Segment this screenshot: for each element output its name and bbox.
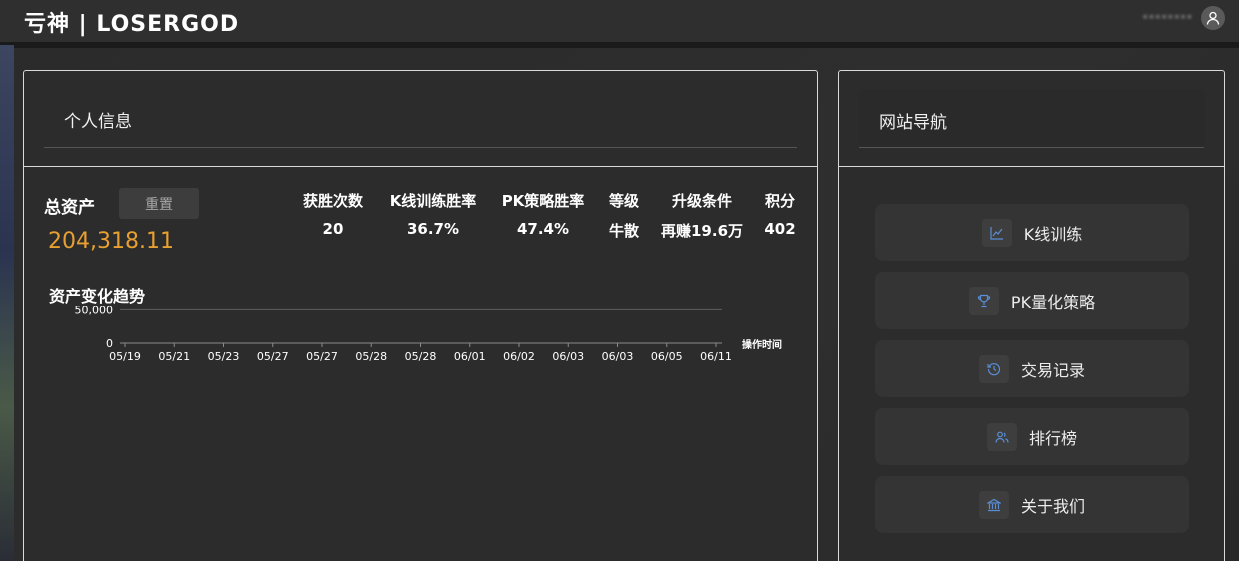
line-chart-icon: [981, 218, 1012, 247]
x-axis-label: 操作时间: [742, 338, 782, 351]
navigation-title: 网站导航: [879, 113, 947, 133]
user-area[interactable]: ••••••••: [1143, 6, 1225, 30]
stat-wins: 获胜次数 20: [303, 190, 363, 238]
x-tick-label: 06/01: [454, 350, 486, 363]
top-bar: 亏神 | LOSERGOD ••••••••: [0, 0, 1239, 45]
profile-card-header: 个人信息: [24, 71, 817, 167]
profile-title: 个人信息: [64, 112, 132, 132]
stat-label: 升级条件: [671, 192, 733, 210]
stat-value: 再赚19.6万: [660, 222, 744, 240]
x-tick-label: 06/02: [503, 350, 535, 363]
nav-kline-training-button[interactable]: K线训练: [875, 204, 1189, 261]
nav-item-label: K线训练: [1023, 224, 1083, 244]
stat-kline-winrate: K线训练胜率 36.7%: [390, 190, 477, 238]
stat-value: 牛散: [608, 222, 640, 240]
x-tick-label: 05/21: [158, 350, 190, 363]
reset-button[interactable]: 重置: [119, 188, 199, 219]
stat-value: 36.7%: [406, 220, 460, 238]
nav-pk-strategy-button[interactable]: PK量化策略: [875, 272, 1189, 329]
users-icon: [986, 422, 1017, 451]
navigation-card-header: 网站导航: [839, 71, 1224, 167]
x-tick-label: 05/28: [405, 350, 437, 363]
nav-about-button[interactable]: 关于我们: [875, 476, 1189, 533]
username[interactable]: ••••••••: [1143, 13, 1193, 23]
nav-leaderboard-button[interactable]: 排行榜: [875, 408, 1189, 465]
total-assets-value: 204,318.11: [48, 229, 174, 254]
nav-item-label: 排行榜: [1028, 428, 1077, 448]
stat-value: 20: [322, 220, 344, 238]
bank-icon: [978, 490, 1009, 519]
x-tick-label: 05/28: [355, 350, 387, 363]
stat-value: 47.4%: [516, 220, 570, 238]
x-tick-label: 06/03: [602, 350, 634, 363]
header-divider: [859, 147, 1204, 148]
total-assets-label: 总资产: [44, 198, 95, 218]
stat-label: 等级: [608, 192, 640, 210]
x-tick-label: 05/23: [208, 350, 240, 363]
trophy-icon: [968, 286, 999, 315]
nav-item-label: PK量化策略: [1010, 292, 1096, 312]
stat-points: 积分 402: [764, 190, 795, 238]
stat-value: 402: [764, 220, 796, 238]
stat-upgrade-condition: 升级条件 再赚19.6万: [661, 190, 743, 241]
stat-label: 积分: [764, 192, 795, 210]
header-divider: [44, 147, 797, 148]
nav-trade-history-button[interactable]: 交易记录: [875, 340, 1189, 397]
x-tick-label: 06/03: [552, 350, 584, 363]
brand-logo[interactable]: 亏神 | LOSERGOD: [24, 6, 239, 38]
asset-trend-chart: 050,000100,000150,000200,000250,000总资产操作…: [75, 306, 783, 363]
stat-label: K线训练胜率: [389, 192, 477, 210]
nav-item-label: 关于我们: [1020, 496, 1085, 516]
stat-pk-winrate: PK策略胜率 47.4%: [502, 190, 585, 238]
user-icon[interactable]: [1201, 6, 1225, 30]
navigation-card: 网站导航 K线训练 PK量化策略 交易记录 排行榜 关于我们: [838, 70, 1225, 561]
stat-label: 获胜次数: [302, 192, 364, 210]
y-tick-label: 0: [106, 337, 113, 350]
nav-item-label: 交易记录: [1020, 360, 1085, 380]
history-icon: [978, 354, 1009, 383]
y-tick-label: 50,000: [75, 306, 114, 316]
x-tick-label: 05/19: [109, 350, 141, 363]
trend-title: 资产变化趋势: [49, 287, 146, 306]
x-tick-label: 05/27: [306, 350, 338, 363]
x-tick-label: 05/27: [257, 350, 289, 363]
x-tick-label: 06/11: [700, 350, 732, 363]
background-strip: [0, 44, 14, 561]
x-tick-label: 06/05: [651, 350, 683, 363]
stat-level: 等级 牛散: [609, 190, 639, 241]
navigation-header-box: 网站导航: [859, 89, 1205, 147]
profile-card: 个人信息 总资产 重置 204,318.11 获胜次数 20 K线训练胜率 36…: [23, 70, 818, 561]
stat-label: PK策略胜率: [501, 192, 585, 210]
